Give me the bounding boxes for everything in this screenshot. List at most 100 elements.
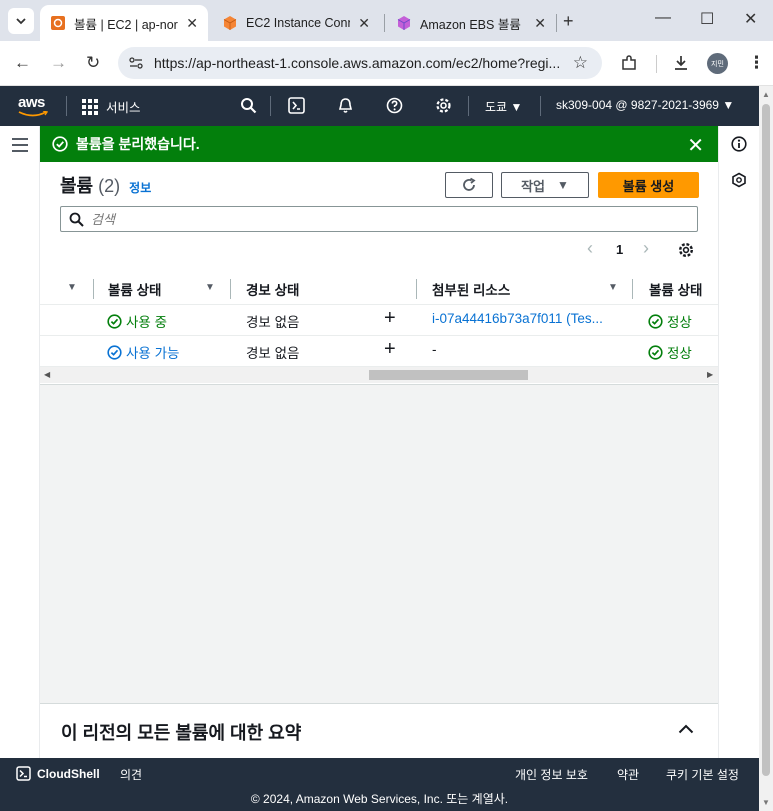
terms-link[interactable]: 약관 — [617, 766, 639, 783]
create-volume-button[interactable]: 볼륨 생성 — [598, 172, 699, 198]
services-label: 서비스 — [106, 101, 141, 115]
scrollbar-thumb[interactable] — [762, 104, 770, 776]
browser-tab-strip: 볼륨 | EC2 | ap-nor ✕ EC2 Instance Conn ✕ … — [0, 0, 773, 41]
tab-search-button[interactable] — [8, 8, 34, 34]
scroll-down-arrow-icon[interactable]: ▼ — [762, 798, 770, 807]
privacy-link[interactable]: 개인 정보 보호 — [515, 766, 588, 783]
caret-down-icon: ▼ — [722, 98, 735, 112]
extensions-icon[interactable] — [620, 54, 638, 72]
nav-divider — [540, 96, 541, 116]
region-selector[interactable]: 도쿄 ▼ — [485, 98, 522, 115]
main-content: 볼륨 (2) 정보 작업 ▼ 볼륨 생성 ‹ 1 › ▼ 볼륨 상태 ▼ — [40, 162, 718, 758]
reload-button[interactable]: ↻ — [86, 53, 100, 73]
help-icon[interactable] — [386, 97, 403, 114]
table-horizontal-scrollbar[interactable]: ◀ ▶ — [40, 367, 718, 383]
volume-state-text: 사용 중 — [126, 315, 168, 330]
table-preferences-gear-icon[interactable] — [678, 242, 694, 258]
volumes-panel: 볼륨 (2) 정보 작업 ▼ 볼륨 생성 ‹ 1 › ▼ 볼륨 상태 ▼ — [40, 162, 718, 385]
next-page-icon[interactable]: › — [643, 238, 649, 259]
browser-tab-ec2-connect[interactable]: EC2 Instance Conn ✕ — [212, 5, 380, 41]
new-tab-button[interactable]: + — [563, 11, 574, 32]
column-header-attached-resources[interactable]: 첨부된 리소스 — [432, 279, 510, 299]
forward-button[interactable]: → — [50, 53, 67, 73]
cookie-preferences-link[interactable]: 쿠키 기본 설정 — [666, 766, 739, 783]
alarm-status-cell: 경보 없음 — [246, 315, 300, 330]
hamburger-menu-icon[interactable] — [12, 138, 28, 152]
page-vertical-scrollbar[interactable]: ▲ ▼ — [759, 86, 773, 811]
browser-menu-icon[interactable]: ⋮ — [748, 53, 765, 73]
search-icon — [69, 212, 84, 227]
hexagon-icon[interactable] — [731, 172, 747, 188]
table-row[interactable]: 사용 가능 경보 없음 + - 정상 — [40, 336, 718, 367]
region-summary-panel[interactable]: 이 리전의 모든 볼륨에 대한 요약 — [40, 703, 718, 758]
success-check-icon — [648, 313, 663, 329]
column-header-volume-state[interactable]: 볼륨 상태 — [108, 279, 161, 299]
scroll-up-arrow-icon[interactable]: ▲ — [762, 90, 770, 99]
browser-tab-ebs[interactable]: Amazon EBS 볼륨 ✕ — [386, 5, 556, 41]
url-text: https://ap-northeast-1.console.aws.amazo… — [154, 55, 561, 71]
url-omnibox[interactable]: https://ap-northeast-1.console.aws.amazo… — [118, 47, 602, 79]
scroll-left-arrow-icon[interactable]: ◀ — [44, 370, 50, 379]
profile-avatar[interactable]: 지민 — [707, 53, 728, 74]
account-label: sk309-004 @ 9827-2021-3969 — [556, 98, 719, 112]
dismiss-close-icon[interactable]: ✕ — [687, 133, 704, 158]
refresh-button[interactable] — [445, 172, 493, 198]
volume-status-cell: 정상 — [648, 342, 692, 362]
maximize-button[interactable]: ☐ — [700, 9, 714, 29]
add-alarm-plus-icon[interactable]: + — [384, 338, 396, 361]
actions-dropdown-button[interactable]: 작업 ▼ — [501, 172, 589, 198]
caret-down-icon: ▼ — [510, 100, 523, 114]
aws-logo[interactable]: aws — [18, 94, 48, 117]
table-row[interactable]: 사용 중 경보 없음 + i-07a44416b73a7f011 (Tes...… — [40, 305, 718, 336]
close-icon[interactable]: ✕ — [186, 15, 198, 32]
current-page-number[interactable]: 1 — [616, 242, 623, 257]
column-divider — [416, 279, 417, 299]
add-alarm-plus-icon[interactable]: + — [384, 307, 396, 330]
search-input[interactable] — [91, 210, 681, 228]
search-field[interactable] — [60, 206, 698, 232]
summary-title: 이 리전의 모든 볼륨에 대한 요약 — [61, 723, 302, 743]
tab-separator — [384, 14, 385, 32]
browser-tab-volumes[interactable]: 볼륨 | EC2 | ap-nor ✕ — [40, 5, 208, 41]
cloudshell-button[interactable]: CloudShell — [16, 766, 100, 781]
sort-caret-icon[interactable]: ▼ — [67, 282, 77, 293]
services-menu-button[interactable]: 서비스 — [82, 97, 141, 116]
minimize-button[interactable]: — — [655, 9, 671, 27]
info-link[interactable]: 정보 — [129, 181, 151, 195]
success-check-icon — [107, 313, 122, 329]
sort-caret-icon[interactable]: ▼ — [205, 282, 215, 293]
ec2-orange-cube-favicon — [223, 16, 237, 30]
sort-caret-icon[interactable]: ▼ — [608, 282, 618, 293]
volume-status-text: 정상 — [667, 315, 692, 330]
settings-gear-icon[interactable] — [435, 97, 452, 114]
attached-resource-link[interactable]: i-07a44416b73a7f011 (Tes... — [432, 311, 603, 326]
cloudshell-icon[interactable] — [288, 97, 305, 114]
scroll-right-arrow-icon[interactable]: ▶ — [707, 370, 713, 379]
info-check-icon — [107, 344, 122, 360]
close-icon[interactable]: ✕ — [534, 15, 546, 32]
feedback-link[interactable]: 의견 — [120, 766, 142, 783]
nav-divider — [66, 96, 67, 116]
site-settings-icon[interactable] — [128, 55, 144, 71]
console-footer: CloudShell 의견 개인 정보 보호 약관 쿠키 기본 설정 © 202… — [0, 758, 759, 811]
bookmark-star-icon[interactable]: ☆ — [573, 53, 588, 73]
chevron-up-icon[interactable] — [678, 724, 694, 734]
window-close-button[interactable]: ✕ — [744, 9, 757, 29]
account-menu[interactable]: sk309-004 @ 9827-2021-3969 ▼ — [556, 98, 734, 112]
refresh-icon — [463, 177, 476, 191]
grid-icon — [82, 98, 98, 115]
nav-divider — [270, 96, 271, 116]
column-header-volume-status[interactable]: 볼륨 상태 — [649, 279, 702, 299]
close-icon[interactable]: ✕ — [358, 15, 370, 32]
title-text: 볼륨 — [60, 176, 94, 196]
back-button[interactable]: ← — [14, 53, 31, 73]
aws-top-navigation: aws 서비스 도쿄 ▼ sk309-004 @ 9827-2021-3969 … — [0, 86, 759, 126]
volume-state-cell: 사용 중 — [107, 311, 167, 331]
info-icon[interactable] — [731, 136, 747, 152]
scrollbar-thumb[interactable] — [369, 370, 528, 380]
column-header-alarm-status[interactable]: 경보 상태 — [246, 279, 299, 299]
search-icon[interactable] — [240, 97, 257, 114]
prev-page-icon[interactable]: ‹ — [587, 238, 593, 259]
download-icon[interactable] — [672, 54, 690, 72]
notifications-bell-icon[interactable] — [337, 97, 354, 114]
